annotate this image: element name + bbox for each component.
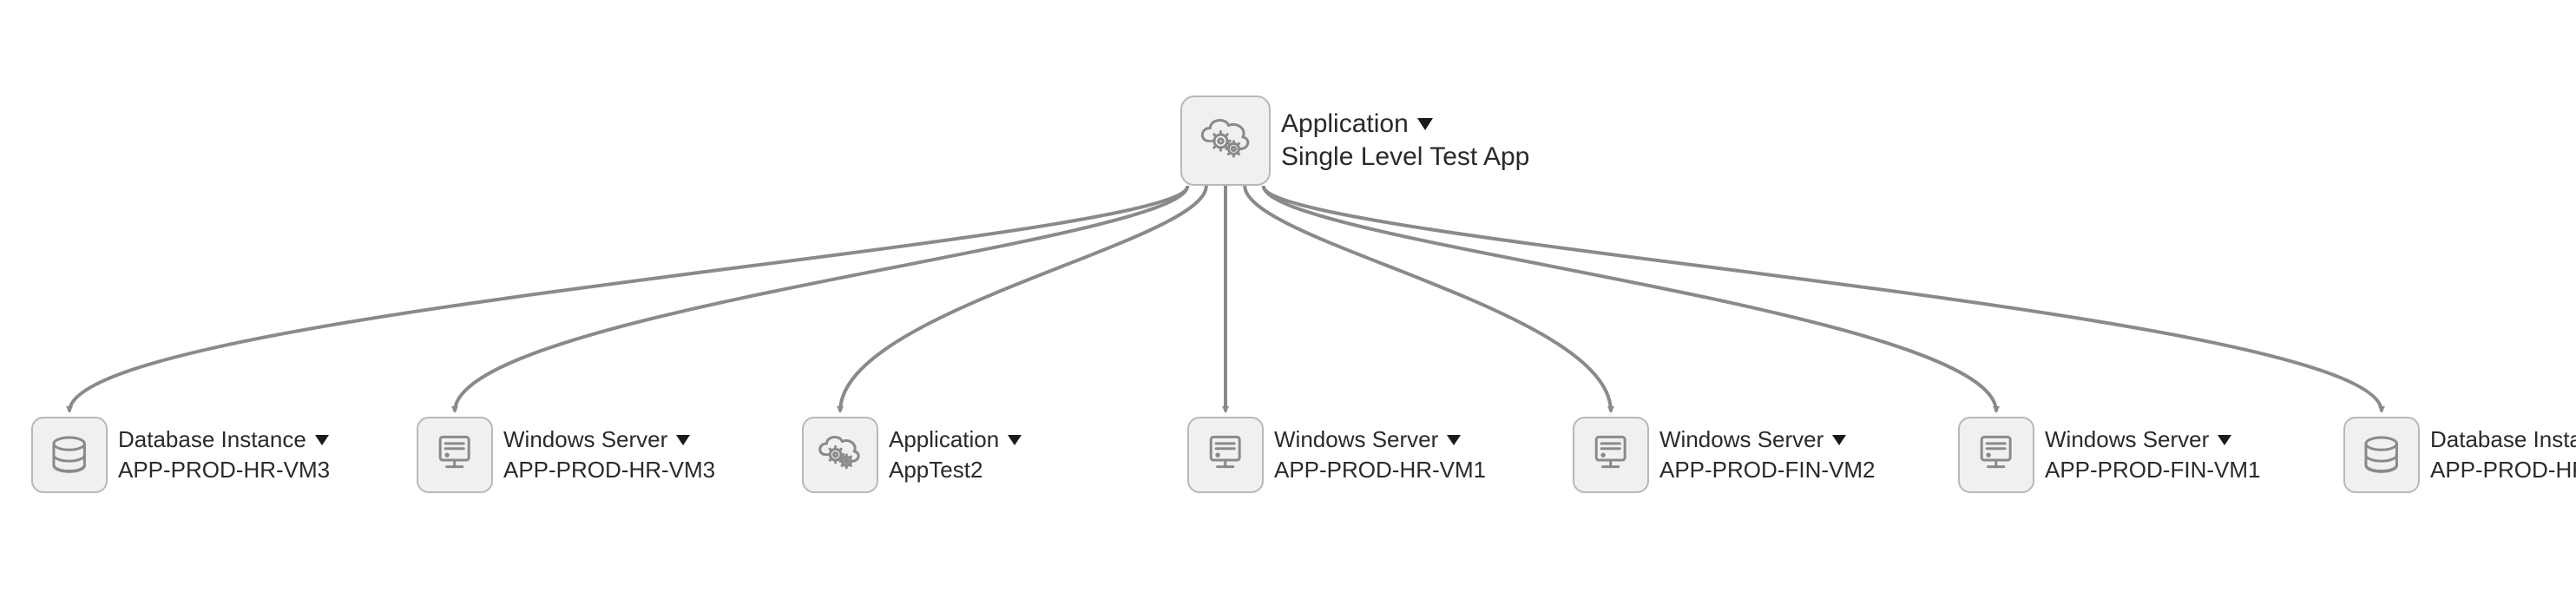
database-icon	[2343, 417, 2420, 493]
node-name-label: APP-PROD-HR-VM3	[118, 457, 330, 484]
node-name-label: APP-PROD-FIN-VM1	[2045, 457, 2260, 484]
node-name-label: APP-PROD-HR-VM3	[503, 457, 715, 484]
node-name-label: APP-PROD-FIN-VM2	[1659, 457, 1875, 484]
caret-down-icon[interactable]	[1008, 435, 1022, 445]
node-name-label: Single Level Test App	[1281, 142, 1529, 172]
node-type-line: Application	[889, 426, 1022, 453]
edge	[1264, 186, 2382, 411]
caret-down-icon[interactable]	[1417, 118, 1433, 130]
node-labels: Windows Server APP-PROD-HR-VM3	[503, 426, 715, 484]
caret-down-icon[interactable]	[1447, 435, 1461, 445]
node-type-label: Database Instance	[2430, 426, 2576, 453]
edge	[455, 186, 1187, 411]
node-labels: Windows Server APP-PROD-FIN-VM1	[2045, 426, 2260, 484]
edge	[1245, 186, 1611, 411]
edge-layer	[0, 0, 2576, 599]
caret-down-icon[interactable]	[315, 435, 329, 445]
node-type-line: Windows Server	[2045, 426, 2260, 453]
child-node[interactable]: Windows Server APP-PROD-FIN-VM1	[1958, 417, 2260, 493]
edge	[1264, 186, 1996, 411]
edge	[840, 186, 1206, 411]
node-type-label: Windows Server	[503, 426, 667, 453]
node-labels: Database Instance APP-PROD-HR-VM1	[2430, 426, 2576, 484]
node-type-line: Windows Server	[1659, 426, 1875, 453]
child-node[interactable]: Database Instance APP-PROD-HR-VM3	[31, 417, 330, 493]
node-name-label: AppTest2	[889, 457, 1022, 484]
node-type-label: Windows Server	[1274, 426, 1438, 453]
node-labels: Application AppTest2	[889, 426, 1022, 484]
child-node[interactable]: Database Instance APP-PROD-HR-VM1	[2343, 417, 2576, 493]
child-node[interactable]: Windows Server APP-PROD-FIN-VM2	[1573, 417, 1875, 493]
edge	[69, 186, 1187, 411]
caret-down-icon[interactable]	[676, 435, 690, 445]
application-icon	[802, 417, 878, 493]
node-type-line: Application	[1281, 109, 1529, 139]
root-node[interactable]: ApplicationSingle Level Test App	[1180, 95, 1529, 186]
server-icon	[1187, 417, 1264, 493]
node-type-line: Windows Server	[1274, 426, 1486, 453]
node-name-label: APP-PROD-HR-VM1	[2430, 457, 2576, 484]
node-type-label: Windows Server	[2045, 426, 2209, 453]
server-icon	[417, 417, 493, 493]
node-labels: ApplicationSingle Level Test App	[1281, 109, 1529, 172]
node-type-label: Application	[1281, 109, 1409, 139]
server-icon	[1573, 417, 1649, 493]
node-type-line: Database Instance	[2430, 426, 2576, 453]
child-node[interactable]: Windows Server APP-PROD-HR-VM1	[1187, 417, 1486, 493]
child-node[interactable]: Windows Server APP-PROD-HR-VM3	[417, 417, 715, 493]
application-icon	[1180, 95, 1271, 186]
node-type-label: Database Instance	[118, 426, 306, 453]
node-labels: Windows Server APP-PROD-HR-VM1	[1274, 426, 1486, 484]
node-type-line: Windows Server	[503, 426, 715, 453]
database-icon	[31, 417, 108, 493]
dependency-map: ApplicationSingle Level Test App Databas…	[0, 0, 2576, 599]
server-icon	[1958, 417, 2034, 493]
node-labels: Database Instance APP-PROD-HR-VM3	[118, 426, 330, 484]
node-type-label: Windows Server	[1659, 426, 1824, 453]
node-type-label: Application	[889, 426, 999, 453]
caret-down-icon[interactable]	[1832, 435, 1846, 445]
node-name-label: APP-PROD-HR-VM1	[1274, 457, 1486, 484]
caret-down-icon[interactable]	[2218, 435, 2231, 445]
node-labels: Windows Server APP-PROD-FIN-VM2	[1659, 426, 1875, 484]
node-type-line: Database Instance	[118, 426, 330, 453]
child-node[interactable]: Application AppTest2	[802, 417, 1022, 493]
